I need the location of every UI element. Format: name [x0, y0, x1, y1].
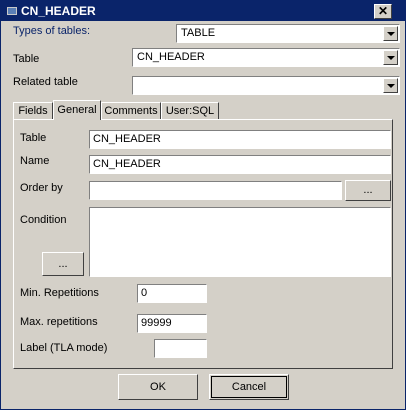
types-of-tables-value: TABLE: [181, 27, 216, 39]
label-tla-label: Label (TLA mode): [20, 342, 108, 354]
types-of-tables-select[interactable]: TABLE: [176, 24, 400, 43]
general-table-label: Table: [20, 132, 47, 144]
related-table-label: Related table: [13, 76, 78, 88]
general-table-field[interactable]: CN_HEADER: [89, 130, 391, 149]
label-tla-field[interactable]: [154, 339, 207, 358]
table-value: CN_HEADER: [137, 51, 205, 63]
tab-fields[interactable]: Fields: [13, 102, 53, 119]
types-of-tables-label: Types of tables:: [13, 25, 91, 37]
order-by-browse-button[interactable]: ...: [345, 180, 391, 201]
general-name-label: Name: [20, 155, 50, 167]
general-panel: Table CN_HEADER Name CN_HEADER Order by …: [13, 119, 393, 369]
ok-button[interactable]: OK: [118, 374, 198, 400]
tab-general[interactable]: General: [53, 100, 101, 120]
table-label: Table: [13, 53, 40, 65]
max-repetitions-field[interactable]: 99999: [137, 314, 207, 333]
order-by-field[interactable]: [89, 181, 342, 200]
min-repetitions-label: Min. Repetitions: [20, 287, 99, 299]
tab-comments[interactable]: Comments: [101, 102, 161, 119]
chevron-down-icon[interactable]: [383, 78, 398, 93]
chevron-down-icon[interactable]: [383, 50, 398, 65]
table-select[interactable]: CN_HEADER: [132, 48, 400, 67]
app-icon: [7, 7, 17, 15]
min-repetitions-field[interactable]: 0: [137, 284, 207, 303]
condition-browse-button[interactable]: ...: [42, 252, 84, 276]
order-by-label: Order by: [20, 182, 63, 194]
dialog-window: CN_HEADER ✕ Types of tables: TABLE Table…: [0, 0, 406, 410]
cancel-button[interactable]: Cancel: [209, 374, 289, 400]
tab-user-sql[interactable]: User:SQL: [161, 102, 219, 119]
general-name-field[interactable]: CN_HEADER: [89, 155, 391, 174]
condition-textarea[interactable]: [89, 207, 391, 277]
chevron-down-icon[interactable]: [383, 26, 398, 41]
condition-label: Condition: [20, 214, 67, 226]
title-bar[interactable]: CN_HEADER ✕: [1, 1, 405, 21]
window-title: CN_HEADER: [21, 4, 96, 18]
max-repetitions-label: Max. repetitions: [20, 316, 98, 328]
related-table-select[interactable]: [132, 76, 400, 95]
close-button[interactable]: ✕: [374, 4, 392, 19]
